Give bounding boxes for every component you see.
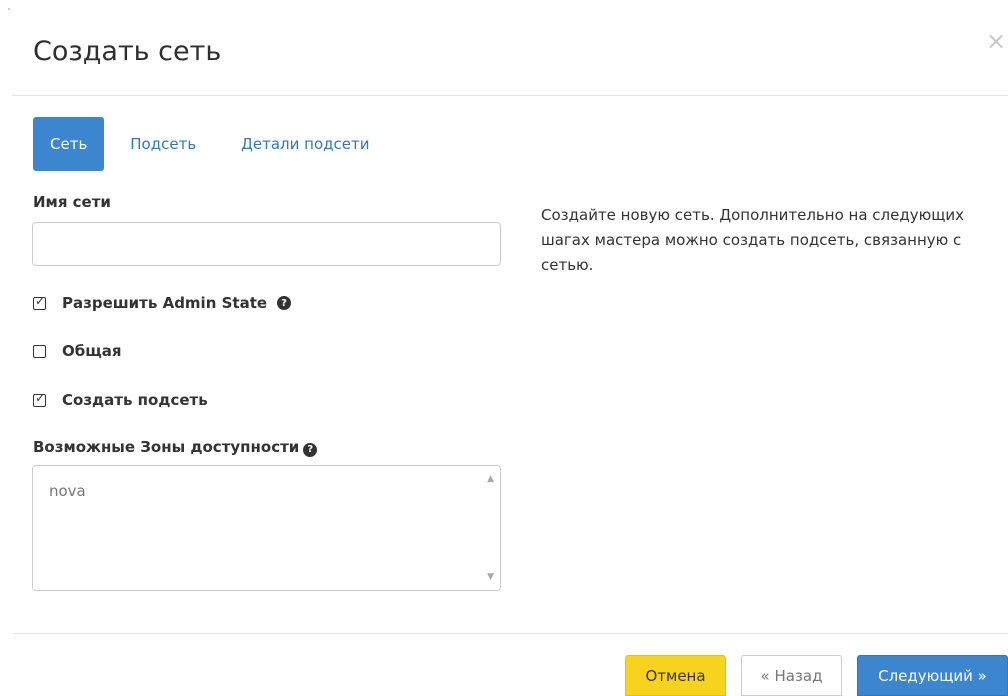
admin-state-row: ✓ Разрешить Admin State ? [33,293,292,312]
checkmark-icon: ✓ [35,293,46,308]
cancel-button[interactable]: Отмена [625,655,726,696]
corner-dot [8,8,10,10]
close-icon[interactable]: × [986,27,1006,55]
wizard-tabs: Сеть Подсеть Детали подсети [33,117,402,171]
admin-state-label: Разрешить Admin State [62,294,268,312]
dialog-title: Создать сеть [33,36,222,67]
create-subnet-label: Создать подсеть [62,391,208,409]
network-name-input[interactable] [32,222,501,266]
create-subnet-row: ✓ Создать подсеть [33,391,208,409]
tab-network[interactable]: Сеть [33,117,105,171]
create-subnet-checkbox[interactable]: ✓ [33,390,46,407]
availability-zones-label-row: Возможные Зоны доступности? [33,438,318,457]
back-button[interactable]: « Назад [741,655,842,696]
admin-state-checkbox[interactable]: ✓ [33,293,46,310]
shared-checkbox[interactable] [33,344,46,358]
scroll-up-icon[interactable]: ▲ [487,474,494,484]
network-name-label: Имя сети [33,193,111,211]
list-item[interactable]: nova [49,482,86,500]
help-description: Создайте новую сеть. Дополнительно на сл… [541,206,964,274]
scroll-down-icon[interactable]: ▼ [487,572,494,582]
help-icon[interactable]: ? [303,442,318,457]
footer-divider [12,633,1008,634]
shared-row: Общая [33,342,122,360]
availability-zones-label: Возможные Зоны доступности [33,438,300,456]
help-icon[interactable]: ? [277,296,292,310]
shared-label: Общая [62,342,122,360]
tab-subnet-details[interactable]: Детали подсети [229,117,381,171]
tab-subnet[interactable]: Подсеть [118,117,208,171]
header-divider [12,95,1008,96]
availability-zones-listbox[interactable]: nova ▲ ▼ [32,465,501,591]
checkmark-icon: ✓ [35,390,46,405]
next-button[interactable]: Следующий » [857,655,1008,696]
